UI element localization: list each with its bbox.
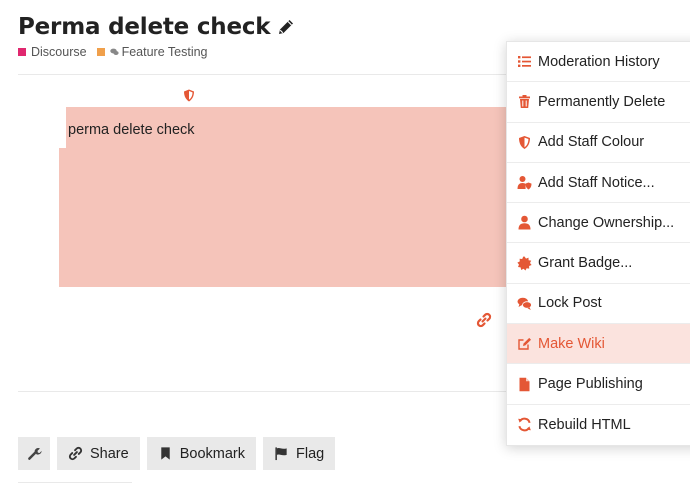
user-shield-icon <box>517 176 532 190</box>
menu-item-label: Lock Post <box>538 295 602 312</box>
admin-menu: Moderation History Permanently Delete Ad… <box>506 41 690 446</box>
share-label: Share <box>90 445 129 462</box>
menu-item-label: Rebuild HTML <box>538 416 631 433</box>
divider <box>18 482 132 483</box>
menu-item-lock-post[interactable]: Lock Post <box>507 284 690 325</box>
category-list: Discourse Feature Testing <box>18 45 218 59</box>
topic-title-row: Perma delete check <box>18 14 296 40</box>
list-icon <box>518 56 531 68</box>
menu-item-label: Permanently Delete <box>538 93 666 110</box>
link-icon[interactable] <box>476 312 492 328</box>
certificate-icon <box>517 256 532 271</box>
menu-item-label: Grant Badge... <box>538 255 633 272</box>
menu-item-label: Moderation History <box>538 53 660 70</box>
menu-item-permanently-delete[interactable]: Permanently Delete <box>507 82 690 123</box>
comments-icon <box>517 297 532 310</box>
shield-icon <box>519 135 530 149</box>
category-label: Feature Testing <box>121 45 208 59</box>
category-badge-feature-testing[interactable]: Feature Testing <box>96 45 208 59</box>
trash-icon <box>519 95 530 109</box>
menu-item-add-staff-colour[interactable]: Add Staff Colour <box>507 123 690 163</box>
user-icon <box>518 216 531 230</box>
pencil-icon[interactable] <box>276 17 296 37</box>
menu-item-make-wiki[interactable]: Make Wiki <box>507 324 690 365</box>
menu-item-label: Add Staff Notice... <box>538 174 655 191</box>
shield-icon <box>184 89 194 102</box>
menu-item-label: Page Publishing <box>538 376 643 393</box>
share-button[interactable]: Share <box>57 437 140 470</box>
category-label: Discourse <box>31 45 87 59</box>
menu-item-change-ownership[interactable]: Change Ownership... <box>507 203 690 244</box>
bookmark-button[interactable]: Bookmark <box>146 437 256 470</box>
comments-icon <box>109 48 119 55</box>
menu-item-moderation-history[interactable]: Moderation History <box>507 42 690 83</box>
flag-label: Flag <box>295 445 325 462</box>
page-title: Perma delete check <box>18 14 271 40</box>
menu-item-add-staff-notice[interactable]: Add Staff Notice... <box>507 163 690 204</box>
menu-item-grant-badge[interactable]: Grant Badge... <box>507 243 690 284</box>
post-body: perma delete check <box>68 122 195 138</box>
menu-item-label: Change Ownership... <box>538 214 675 231</box>
category-color-square <box>18 48 26 56</box>
link-icon <box>68 446 83 461</box>
category-badge-discourse[interactable]: Discourse <box>18 45 87 59</box>
sync-icon <box>518 418 531 432</box>
post-actions: Share Bookmark Flag <box>18 437 342 470</box>
bookmark-label: Bookmark <box>179 445 245 462</box>
edit-icon <box>518 338 531 350</box>
menu-item-label: Add Staff Colour <box>538 134 645 151</box>
menu-item-label: Make Wiki <box>538 335 605 352</box>
flag-icon <box>275 447 287 461</box>
menu-item-page-publishing[interactable]: Page Publishing <box>507 364 690 405</box>
file-icon <box>519 377 530 391</box>
menu-item-rebuild-html[interactable]: Rebuild HTML <box>507 405 690 445</box>
admin-wrench-button[interactable] <box>18 437 50 470</box>
category-color-square <box>96 48 105 56</box>
bookmark-icon <box>160 447 170 460</box>
flag-button[interactable]: Flag <box>262 437 336 470</box>
wrench-icon <box>27 448 42 460</box>
